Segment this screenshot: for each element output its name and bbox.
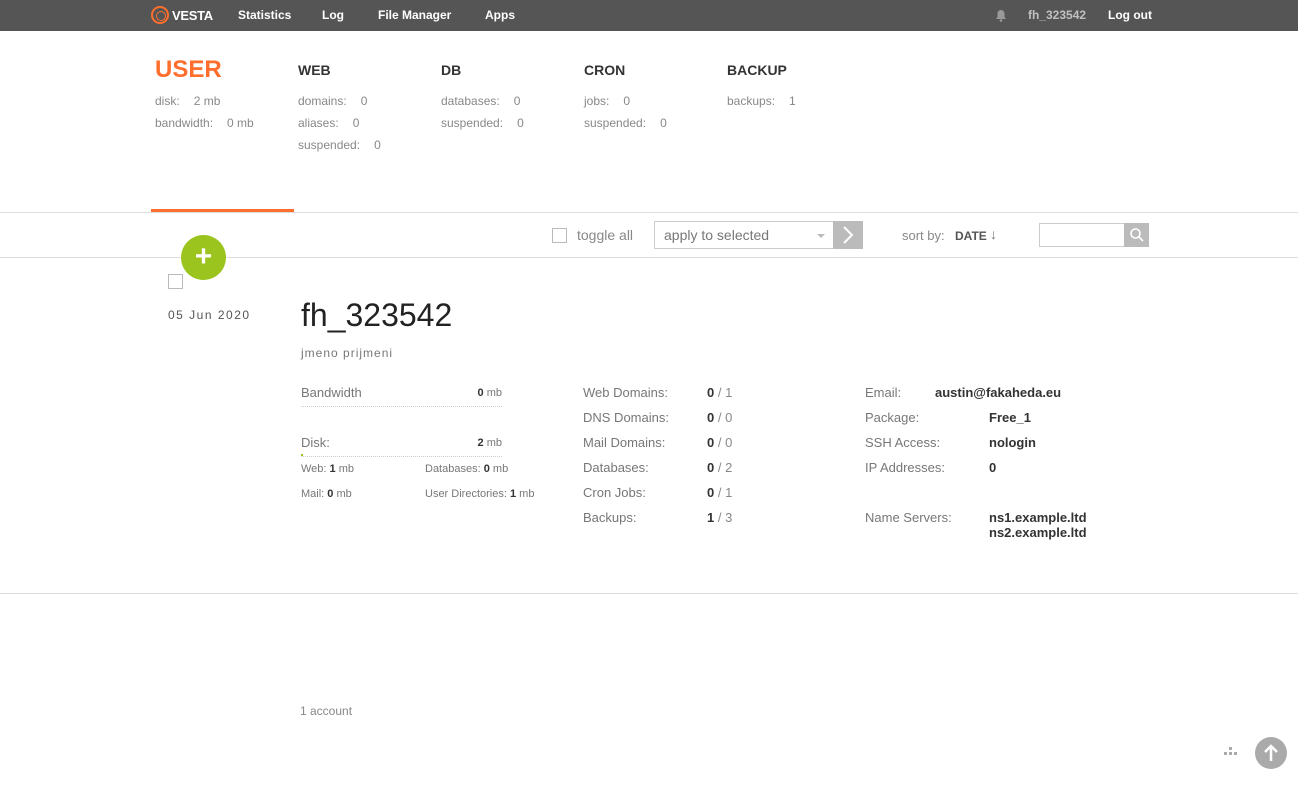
- summary-web-title: WEB: [298, 62, 331, 78]
- row-checkbox[interactable]: [168, 274, 183, 289]
- cron-jobs-label: Cron Jobs:: [583, 485, 646, 500]
- summary-stat: domains: 0: [298, 94, 368, 108]
- apply-select-value: apply to selected: [664, 227, 770, 243]
- apply-to-selected-select[interactable]: apply to selected: [654, 221, 834, 249]
- disk-web-stat: Web: 1 mb: [301, 463, 355, 475]
- disk-bar: [301, 456, 502, 457]
- search-input[interactable]: [1039, 223, 1125, 247]
- ssh-access-label: SSH Access:: [865, 435, 941, 450]
- bandwidth-bar: [301, 406, 502, 407]
- account-date: 05 Jun 2020: [168, 308, 251, 322]
- toggle-all-checkbox[interactable]: [552, 228, 567, 243]
- divider: [0, 593, 1298, 594]
- divider: [0, 212, 1298, 213]
- disk-mail-stat: Mail: 0 mb: [301, 488, 352, 500]
- summary-stat: disk: 2 mb: [155, 94, 221, 108]
- ssh-access-value: nologin: [989, 435, 1036, 450]
- disk-bar-fill: [301, 454, 303, 456]
- summary-stat: aliases: 0: [298, 116, 360, 130]
- search-icon: [1130, 228, 1144, 242]
- sort-by-value[interactable]: DATE: [955, 229, 987, 243]
- account-full-name: jmeno prijmeni: [301, 346, 394, 360]
- summary-stat: bandwidth: 0 mb: [155, 116, 254, 130]
- ip-addresses-value: 0: [989, 460, 997, 475]
- summary-backup-title: BACKUP: [727, 62, 787, 78]
- summary-db-title: DB: [441, 62, 462, 78]
- account-count: 1 account: [300, 704, 353, 718]
- summary-user-title: USER: [155, 56, 222, 83]
- nav-log[interactable]: Log: [322, 8, 344, 22]
- sort-by-label: sort by:: [902, 228, 945, 243]
- email-label: Email:: [865, 385, 902, 400]
- chevron-right-icon: [843, 226, 854, 244]
- dns-domains-value: 0 / 0: [707, 410, 733, 425]
- package-value: Free_1: [989, 410, 1031, 425]
- toggle-all-label[interactable]: toggle all: [577, 227, 633, 243]
- summary-stat: suspended: 0: [441, 116, 524, 130]
- cron-jobs-value: 0 / 1: [707, 485, 733, 500]
- summary-stat: suspended: 0: [298, 138, 381, 152]
- summary-stat: jobs: 0: [584, 94, 631, 108]
- databases-value: 0 / 2: [707, 460, 733, 475]
- sort-direction-icon[interactable]: ↓: [990, 226, 997, 242]
- backups-label: Backups:: [583, 510, 637, 525]
- mail-domains-value: 0 / 0: [707, 435, 733, 450]
- package-label: Package:: [865, 410, 920, 425]
- summary-db[interactable]: DB databases: 0 suspended: 0: [441, 56, 524, 134]
- nav-statistics[interactable]: Statistics: [238, 8, 291, 22]
- email-value: austin@fakaheda.eu: [935, 385, 1062, 400]
- nav-apps[interactable]: Apps: [485, 8, 515, 22]
- summary-stat: suspended: 0: [584, 116, 667, 130]
- summary-user[interactable]: USER disk: 2 mb bandwidth: 0 mb: [155, 56, 254, 134]
- add-user-button[interactable]: +: [181, 235, 226, 280]
- disk-databases-stat: Databases: 0 mb: [425, 463, 509, 475]
- summary-stat: backups: 1: [727, 94, 796, 108]
- logout-link[interactable]: Log out: [1108, 8, 1152, 22]
- logo-text: VESTA: [172, 7, 213, 23]
- backups-value: 1 / 3: [707, 510, 733, 525]
- chevron-down-icon: [817, 234, 825, 238]
- web-domains-label: Web Domains:: [583, 385, 669, 400]
- bandwidth-label: Bandwidth: [301, 385, 362, 400]
- name-servers-label: Name Servers:: [865, 510, 952, 525]
- shortcuts-icon[interactable]: [1222, 746, 1240, 758]
- top-nav: VESTA Statistics Log File Manager Apps f…: [0, 0, 1298, 31]
- current-user-link[interactable]: fh_323542: [1028, 8, 1086, 22]
- arrow-up-icon: [1264, 744, 1278, 761]
- summary-cron[interactable]: CRON jobs: 0 suspended: 0: [584, 56, 667, 134]
- scroll-to-top-button[interactable]: [1255, 737, 1287, 769]
- databases-label: Databases:: [583, 460, 649, 475]
- dns-domains-label: DNS Domains:: [583, 410, 669, 425]
- summary-backup[interactable]: BACKUP backups: 1: [727, 56, 796, 112]
- apply-submit-button[interactable]: [833, 221, 863, 249]
- name-server-2: ns2.example.ltd: [989, 525, 1087, 540]
- bell-icon[interactable]: [995, 9, 1007, 22]
- disk-label: Disk:: [301, 435, 330, 450]
- disk-user-dirs-stat: User Directories: 1 mb: [425, 488, 535, 500]
- bandwidth-value: 0 mb: [477, 387, 502, 399]
- summary-stat: databases: 0: [441, 94, 521, 108]
- summary-cron-title: CRON: [584, 62, 626, 78]
- disk-value: 2 mb: [477, 437, 502, 449]
- mail-domains-label: Mail Domains:: [583, 435, 666, 450]
- web-domains-value: 0 / 1: [707, 385, 733, 400]
- name-server-1: ns1.example.ltd: [989, 510, 1087, 525]
- logo-ring-icon: [151, 6, 169, 24]
- summary-web[interactable]: WEB domains: 0 aliases: 0 suspended: 0: [298, 56, 381, 156]
- vesta-logo[interactable]: VESTA: [151, 5, 213, 25]
- account-name[interactable]: fh_323542: [301, 297, 452, 334]
- nav-file-manager[interactable]: File Manager: [378, 8, 451, 22]
- search-button[interactable]: [1124, 223, 1149, 247]
- ip-addresses-label: IP Addresses:: [865, 460, 945, 475]
